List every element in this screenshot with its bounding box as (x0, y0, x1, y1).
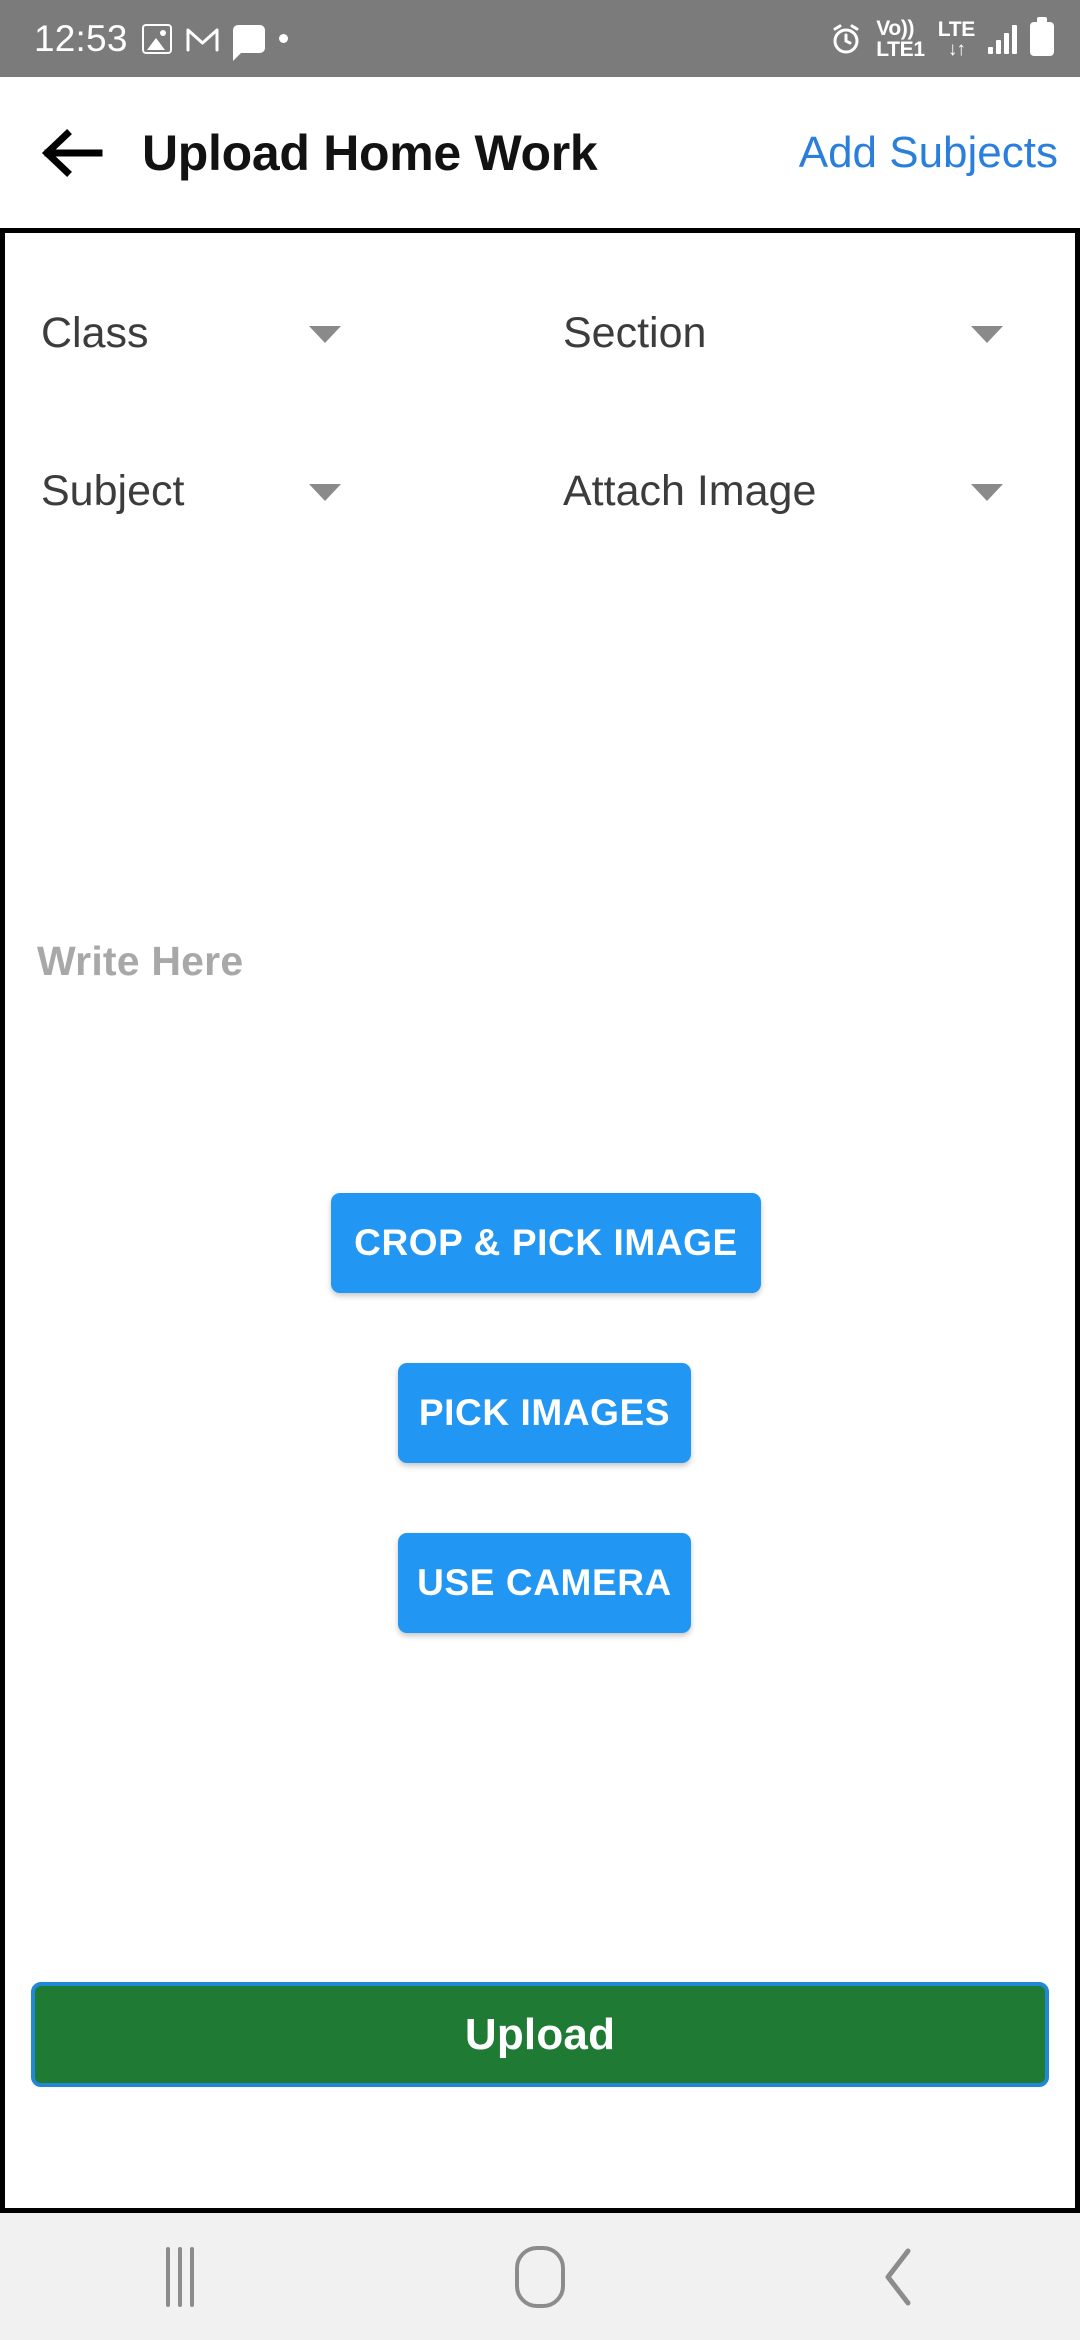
chevron-down-icon (309, 483, 341, 501)
data-arrows-icon: ↓↑ (947, 38, 966, 60)
note-input-placeholder[interactable]: Write Here (37, 938, 243, 985)
photos-icon (141, 23, 172, 54)
section-dropdown[interactable]: Section (563, 309, 1003, 358)
volte-line2: LTE1 (876, 37, 925, 61)
attach-image-dropdown[interactable]: Attach Image (563, 467, 1003, 516)
system-back-button[interactable] (720, 2213, 1080, 2340)
section-dropdown-label: Section (563, 309, 707, 357)
subject-dropdown-label: Subject (41, 467, 185, 515)
class-dropdown[interactable]: Class (41, 309, 461, 358)
subject-dropdown[interactable]: Subject (41, 467, 461, 516)
class-dropdown-label: Class (41, 309, 149, 357)
back-icon (885, 2248, 911, 2305)
status-clock: 12:53 (34, 18, 128, 59)
attach-image-dropdown-label: Attach Image (563, 467, 817, 515)
chevron-down-icon (971, 483, 1003, 501)
volte-line1: Vo)) (876, 16, 915, 40)
page-title: Upload Home Work (142, 124, 598, 181)
pick-images-button[interactable]: PICK IMAGES (398, 1363, 691, 1463)
arrow-left-icon (41, 128, 103, 177)
phone-screen: 12:53 Vo)) LTE1 LTE ↓↑ Upload Home Work … (0, 0, 1080, 2340)
app-bar: Upload Home Work Add Subjects (0, 77, 1080, 228)
lte-label: LTE (937, 17, 976, 41)
chevron-down-icon (971, 325, 1003, 343)
home-button[interactable] (360, 2213, 720, 2340)
lte-icon: LTE ↓↑ (937, 17, 976, 60)
upload-button[interactable]: Upload (31, 1982, 1049, 2087)
signal-icon (988, 24, 1017, 54)
add-subjects-button[interactable]: Add Subjects (799, 128, 1058, 178)
form-container: Class Section Subject Attach Image Write… (0, 228, 1080, 2213)
status-bar: 12:53 Vo)) LTE1 LTE ↓↑ (0, 0, 1080, 77)
battery-icon (1030, 16, 1054, 56)
dot-icon (278, 34, 288, 43)
system-navigation-bar (0, 2213, 1080, 2340)
recents-button[interactable] (0, 2213, 360, 2340)
volte-icon: Vo)) LTE1 (876, 18, 925, 60)
status-bar-left: 12:53 (34, 18, 288, 61)
gmail-icon (186, 26, 219, 52)
use-camera-button[interactable]: USE CAMERA (398, 1533, 691, 1633)
status-bar-right: Vo)) LTE1 LTE ↓↑ (829, 16, 1054, 60)
alarm-icon (829, 22, 863, 56)
back-button[interactable] (24, 105, 120, 201)
chat-bubble-icon (232, 24, 265, 61)
chevron-down-icon (309, 325, 341, 343)
home-icon (515, 2245, 565, 2308)
crop-and-pick-image-button[interactable]: CROP & PICK IMAGE (331, 1193, 761, 1293)
recents-icon (166, 2246, 194, 2307)
